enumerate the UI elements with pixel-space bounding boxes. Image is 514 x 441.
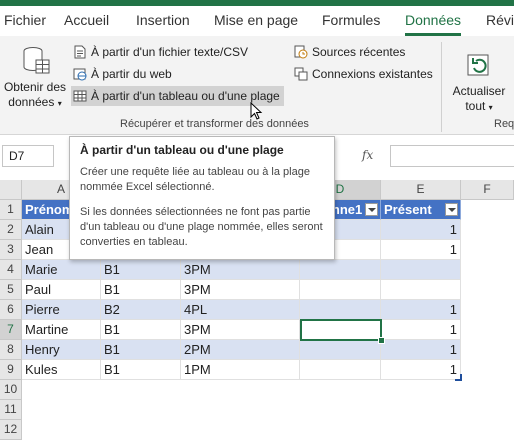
database-icon bbox=[23, 47, 50, 74]
tab-fichier[interactable]: Fichier bbox=[4, 12, 46, 28]
table-cell[interactable]: Paul bbox=[22, 280, 101, 300]
table-cell[interactable] bbox=[300, 280, 381, 300]
row-header[interactable]: 2 bbox=[0, 220, 22, 240]
row-header[interactable]: 12 bbox=[0, 420, 22, 440]
table-cell[interactable] bbox=[300, 340, 381, 360]
active-cell-selection bbox=[300, 319, 382, 341]
refresh-label-2: tout ▾ bbox=[465, 99, 493, 113]
tooltip: À partir d'un tableau ou d'une plage Cré… bbox=[69, 136, 335, 260]
table-cell[interactable]: B1 bbox=[101, 320, 181, 340]
table-resize-handle[interactable] bbox=[455, 374, 462, 381]
table-cell[interactable]: 1 bbox=[381, 360, 461, 380]
refresh-all-button[interactable]: Actualiser tout ▾ bbox=[448, 52, 510, 115]
row-header[interactable]: 10 bbox=[0, 380, 22, 400]
table-cell[interactable]: 2PM bbox=[181, 340, 300, 360]
name-box[interactable]: D7 bbox=[2, 145, 54, 167]
table-cell[interactable]: 1PM bbox=[181, 360, 300, 380]
filter-dropdown-icon[interactable] bbox=[445, 203, 458, 216]
tooltip-description: Créer une requête liée au tableau ou à l… bbox=[80, 166, 310, 193]
get-data-label-2: données ▾ bbox=[8, 95, 62, 109]
from-table-range-label: À partir d'un tableau ou d'une plage bbox=[91, 89, 280, 103]
from-web-label: À partir du web bbox=[91, 67, 172, 81]
table-cell[interactable]: Marie bbox=[22, 260, 101, 280]
tab-formules[interactable]: Formules bbox=[322, 12, 380, 28]
existing-connections-button[interactable]: Connexions existantes bbox=[294, 64, 433, 84]
table-cell[interactable] bbox=[300, 300, 381, 320]
row-header[interactable]: 1 bbox=[0, 200, 22, 220]
table-cell[interactable]: 4PL bbox=[181, 300, 300, 320]
chevron-down-icon: ▾ bbox=[57, 99, 62, 108]
refresh-icon bbox=[467, 54, 489, 76]
column-header-e[interactable]: E bbox=[381, 180, 461, 200]
group-label-queries: Req bbox=[494, 118, 514, 130]
table-cell[interactable]: B1 bbox=[101, 260, 181, 280]
row-header[interactable]: 7 bbox=[0, 320, 22, 340]
table-cell[interactable] bbox=[300, 260, 381, 280]
table-cell[interactable]: B1 bbox=[101, 280, 181, 300]
table-cell[interactable]: 1 bbox=[381, 340, 461, 360]
table-cell[interactable]: 1 bbox=[381, 240, 461, 260]
table-cell[interactable]: 1 bbox=[381, 320, 461, 340]
web-page-icon bbox=[73, 68, 87, 81]
table-cell[interactable]: B1 bbox=[101, 340, 181, 360]
tab-mise-en-page[interactable]: Mise en page bbox=[214, 12, 298, 28]
table-cell[interactable]: 3PM bbox=[181, 320, 300, 340]
row-header[interactable]: 11 bbox=[0, 400, 22, 420]
get-data-button[interactable]: Obtenir des données ▾ bbox=[2, 44, 68, 111]
row-header[interactable]: 9 bbox=[0, 360, 22, 380]
text-file-icon bbox=[74, 45, 86, 59]
table-header-cell[interactable]: Présent bbox=[381, 200, 461, 220]
recent-sources-label: Sources récentes bbox=[312, 45, 406, 59]
table-cell[interactable]: B2 bbox=[101, 300, 181, 320]
recent-sources-icon bbox=[294, 45, 308, 59]
tooltip-note: Si les données sélectionnées ne font pas… bbox=[80, 206, 323, 248]
table-cell[interactable]: 3PM bbox=[181, 260, 300, 280]
function-icon[interactable]: fx bbox=[362, 148, 373, 162]
row-header[interactable]: 4 bbox=[0, 260, 22, 280]
tab-donnees[interactable]: Données bbox=[405, 12, 461, 28]
formula-input[interactable] bbox=[390, 145, 514, 167]
fill-handle[interactable] bbox=[378, 337, 385, 344]
row-header[interactable]: 5 bbox=[0, 280, 22, 300]
existing-connections-label: Connexions existantes bbox=[312, 67, 433, 81]
from-web-button[interactable]: À partir du web bbox=[73, 64, 172, 84]
refresh-label-1: Actualiser bbox=[452, 84, 506, 98]
table-cell[interactable]: 1 bbox=[381, 220, 461, 240]
table-cell[interactable]: 3PM bbox=[181, 280, 300, 300]
from-text-csv-label: À partir d'un fichier texte/CSV bbox=[91, 45, 249, 59]
group-label-get-transform: Récupérer et transformer des données bbox=[120, 118, 309, 130]
tab-insertion[interactable]: Insertion bbox=[136, 12, 190, 28]
tab-revision[interactable]: Révis bbox=[486, 12, 514, 28]
connections-icon bbox=[294, 67, 308, 81]
table-cell[interactable] bbox=[381, 280, 461, 300]
table-cell[interactable]: 1 bbox=[381, 300, 461, 320]
tooltip-title: À partir d'un tableau ou d'une plage bbox=[80, 143, 284, 157]
recent-sources-button[interactable]: Sources récentes bbox=[294, 42, 405, 62]
group-divider bbox=[441, 42, 442, 132]
from-text-csv-button[interactable]: À partir d'un fichier texte/CSV bbox=[73, 42, 248, 62]
table-cell[interactable]: Henry bbox=[22, 340, 101, 360]
row-header[interactable]: 6 bbox=[0, 300, 22, 320]
filter-dropdown-icon[interactable] bbox=[365, 203, 378, 216]
table-cell[interactable]: Martine bbox=[22, 320, 101, 340]
column-header-f[interactable]: F bbox=[461, 180, 514, 200]
table-cell[interactable] bbox=[381, 260, 461, 280]
table-cell[interactable]: Pierre bbox=[22, 300, 101, 320]
table-cell[interactable] bbox=[300, 360, 381, 380]
table-cell[interactable]: B1 bbox=[101, 360, 181, 380]
select-all-corner[interactable] bbox=[0, 180, 22, 200]
table-icon bbox=[73, 90, 87, 102]
row-header[interactable]: 8 bbox=[0, 340, 22, 360]
get-data-label-1: Obtenir des bbox=[3, 80, 67, 94]
row-header[interactable]: 3 bbox=[0, 240, 22, 260]
table-cell[interactable]: Kules bbox=[22, 360, 101, 380]
ribbon-tabs: Fichier Accueil Insertion Mise en page F… bbox=[0, 6, 514, 36]
tab-accueil[interactable]: Accueil bbox=[64, 12, 109, 28]
chevron-down-icon: ▾ bbox=[488, 103, 493, 112]
mouse-cursor-icon bbox=[250, 102, 263, 120]
